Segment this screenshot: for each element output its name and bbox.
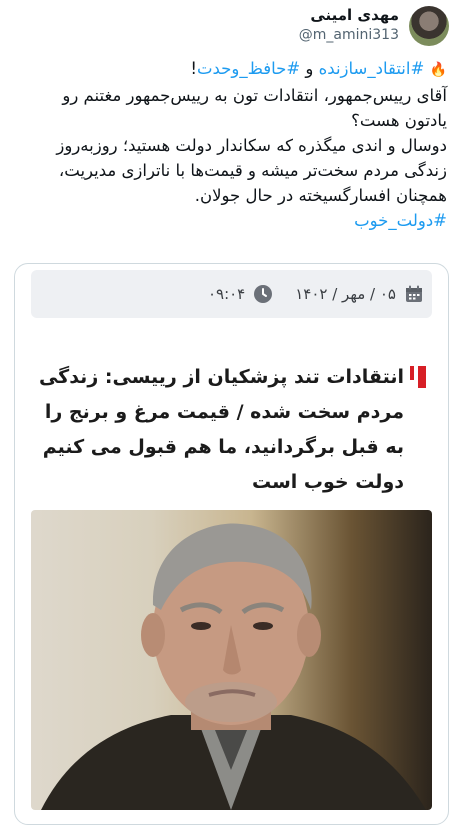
avatar[interactable] [409, 6, 449, 46]
clock-icon [253, 284, 273, 304]
tweet-paragraph: آقای رییس‌جمهور، انتقادات تون به رییس‌جم… [62, 86, 447, 130]
tweet-paragraph: دوسال و اندی میگذره که سکاندار دولت هستی… [56, 136, 447, 205]
card-headline-block: انتقادات تند پزشکیان از رییسی: زندگی مرد… [34, 360, 426, 500]
hashtag-link[interactable]: #حافظ_وحدت [197, 59, 300, 78]
tweet-text: 🔥 #انتقاد_سازنده و #حافظ_وحدت! آقای رییس… [15, 56, 447, 233]
calendar-icon [404, 284, 424, 304]
display-name[interactable]: مهدی امینی [310, 6, 399, 24]
headline-accent-mark [418, 366, 426, 388]
hashtag-link[interactable]: #انتقاد_سازنده [319, 59, 425, 78]
card-date: ۰۵ / مهر / ۱۴۰۲ [295, 285, 396, 303]
card-headline[interactable]: انتقادات تند پزشکیان از رییسی: زندگی مرد… [34, 360, 426, 500]
article-photo[interactable] [31, 510, 432, 810]
hashtag-link[interactable]: #دولت_خوب [354, 211, 447, 230]
connector-text: و [300, 59, 319, 78]
tweet-header: مهدی امینی @m_amini313 [0, 0, 461, 52]
headline-accent-mark [410, 366, 414, 380]
exclaim-text: ! [190, 59, 197, 78]
date-bar: ۰۵ / مهر / ۱۴۰۲ ۰۹:۰۴ [31, 270, 432, 318]
tweet-hashtag-line: 🔥 #انتقاد_سازنده و #حافظ_وحدت! [15, 56, 447, 83]
card-time: ۰۹:۰۴ [207, 285, 246, 303]
link-preview-card[interactable]: ۰۵ / مهر / ۱۴۰۲ ۰۹:۰۴ انتقادات تند پزشکی… [14, 263, 449, 825]
user-handle[interactable]: @m_amini313 [299, 27, 399, 43]
fire-icon: 🔥 [429, 62, 447, 78]
